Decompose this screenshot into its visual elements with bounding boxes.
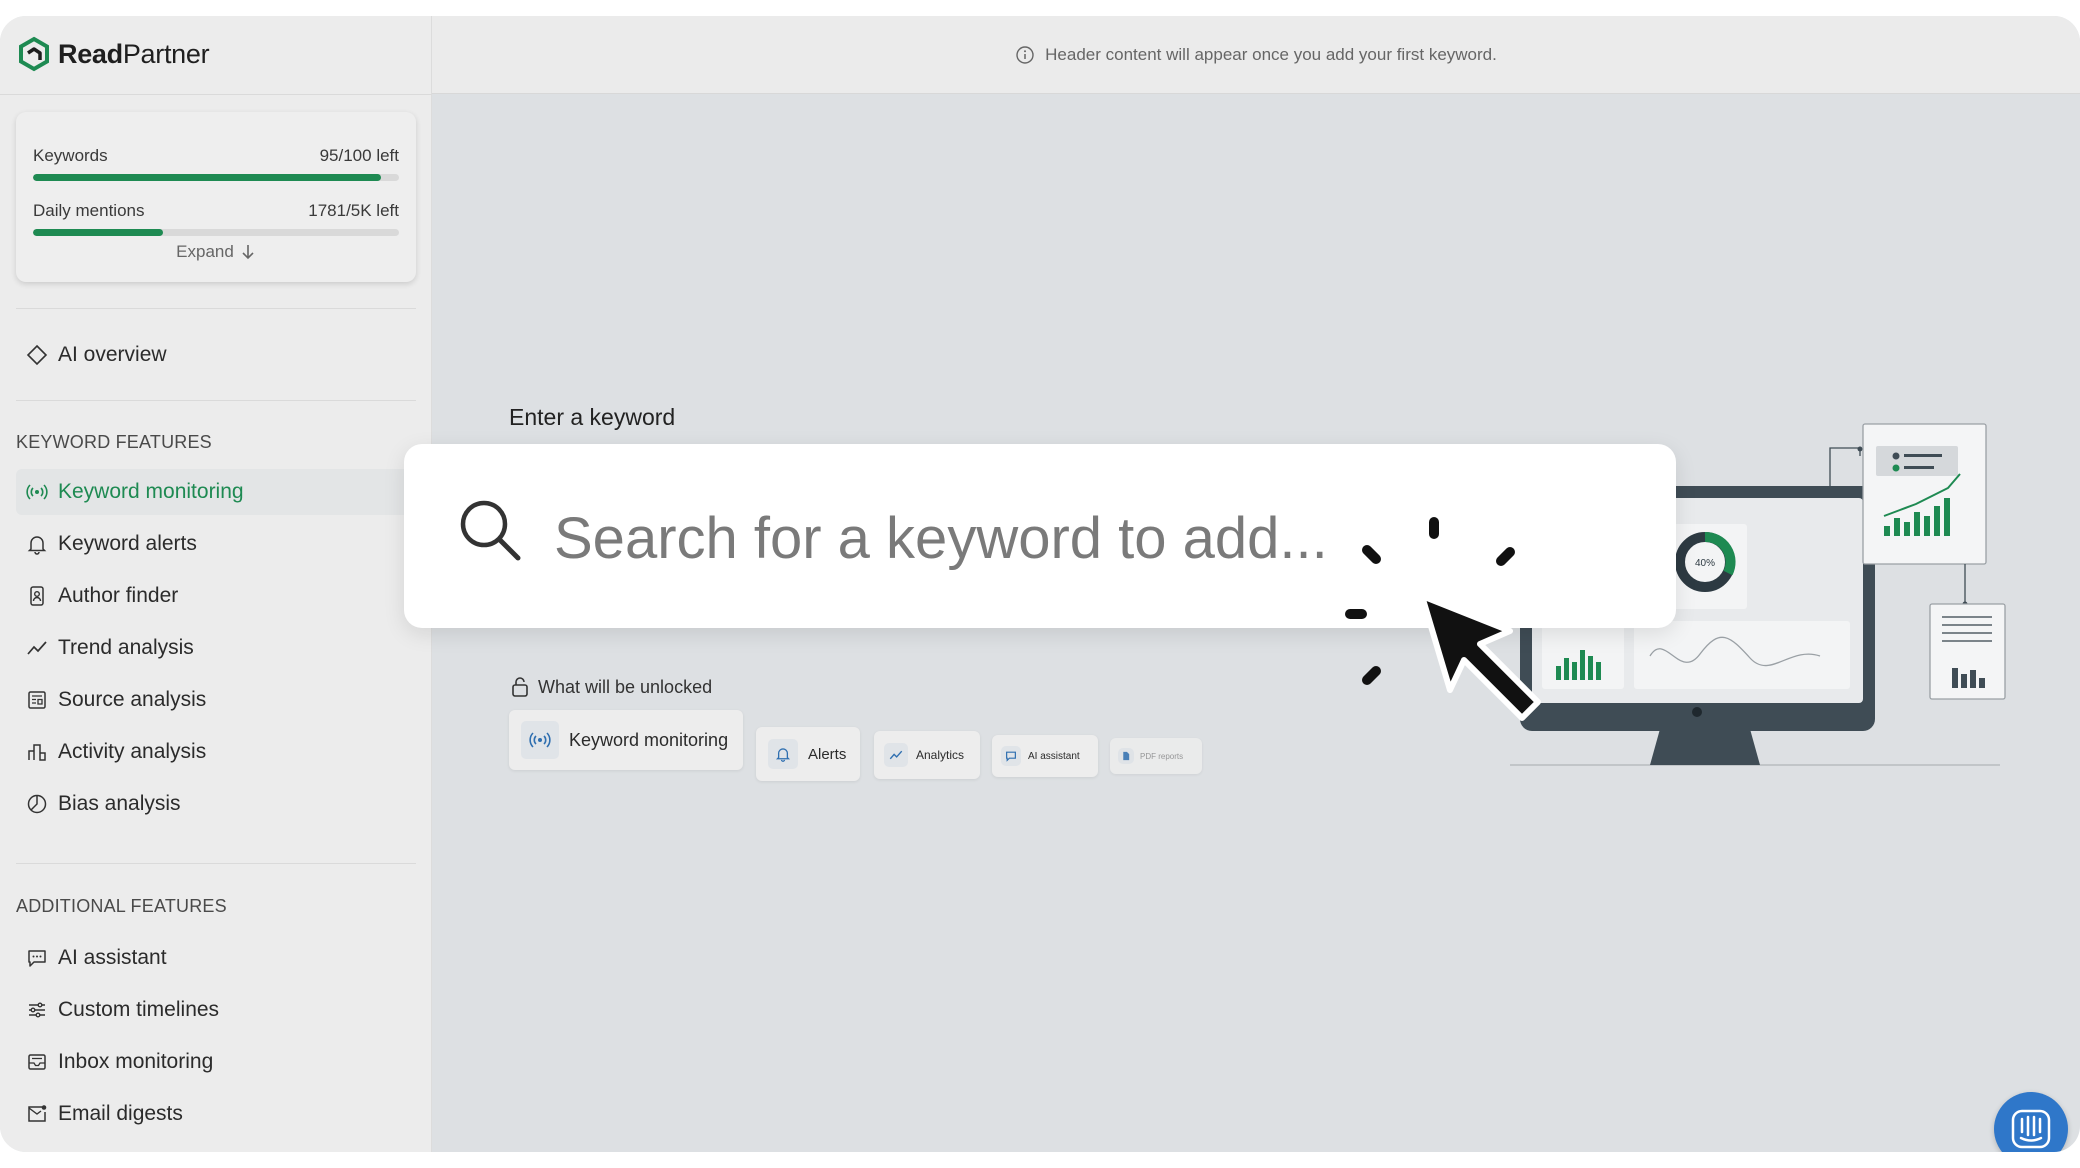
search-icon [460, 500, 521, 561]
cursor-click-icon [1345, 517, 1541, 721]
expand-button[interactable]: Expand [16, 242, 416, 262]
unlock-title-text: What will be unlocked [538, 676, 713, 697]
divider [0, 94, 432, 95]
unlock-section-title: What will be unlocked [510, 676, 712, 698]
keywords-usage-fill [33, 174, 381, 181]
keywords-usage-label: Keywords [33, 146, 108, 165]
divider [16, 400, 416, 401]
document-icon [1118, 748, 1134, 764]
nav-trend-analysis[interactable]: Trend analysis [16, 625, 416, 671]
info-icon [1016, 45, 1034, 64]
divider [16, 308, 416, 309]
nav-activity-analysis[interactable]: Activity analysis [16, 729, 416, 775]
additional-features-heading: ADDITIONAL FEATURES [16, 896, 227, 916]
broadcast-icon [521, 721, 559, 759]
keyword-search-input[interactable] [554, 496, 1374, 580]
keyword-features-heading: KEYWORD FEATURES [16, 432, 212, 452]
chip-ai-assistant: AI assistant [992, 735, 1098, 777]
logo-icon [19, 36, 49, 72]
nav-keyword-monitoring-label: Keyword monitoring [58, 480, 244, 503]
bell-icon [768, 739, 798, 769]
nav-keyword-alerts[interactable]: Keyword alerts [16, 521, 416, 567]
arrow-down-icon [242, 245, 254, 260]
nav-email-digests[interactable]: Email digests [16, 1091, 416, 1137]
usage-card: Keywords 95/100 left Daily mentions 1781… [16, 112, 416, 282]
chip-analytics-label: Analytics [916, 748, 965, 762]
nav-activity-analysis-label: Activity analysis [58, 740, 207, 763]
nav-inbox-monitoring-label: Inbox monitoring [58, 1050, 214, 1073]
sliders-icon [29, 1002, 45, 1018]
inbox-icon [28, 1054, 46, 1070]
enter-keyword-label: Enter a keyword [509, 404, 676, 430]
nav-inbox-monitoring[interactable]: Inbox monitoring [16, 1039, 416, 1085]
chip-ai-assistant-label: AI assistant [1028, 750, 1080, 762]
nav-ai-overview-label: AI overview [58, 343, 167, 366]
nav-source-analysis[interactable]: Source analysis [16, 677, 416, 723]
chip-pdf-reports: PDF reports [1110, 738, 1202, 774]
trend-icon [884, 743, 908, 767]
nav-keyword-alerts-label: Keyword alerts [58, 532, 197, 555]
sidebar: ReadPartner Keywords 95/100 left Daily m… [0, 16, 432, 1152]
nav-email-digests-label: Email digests [58, 1102, 183, 1125]
diamond-icon [26, 344, 48, 366]
mentions-usage-fill [33, 229, 164, 236]
chip-alerts-label: Alerts [808, 745, 847, 763]
nav-custom-timelines[interactable]: Custom timelines [16, 987, 416, 1033]
expand-label: Expand [176, 242, 234, 261]
trend-icon [27, 641, 47, 655]
logo[interactable]: ReadPartner [16, 34, 210, 74]
mentions-usage-bar [33, 229, 399, 236]
keywords-usage-row: Keywords 95/100 left [33, 146, 399, 166]
header-message: Header content will appear once you add … [1045, 44, 1497, 64]
nav-source-analysis-label: Source analysis [58, 688, 207, 711]
keywords-usage-value: 95/100 left [319, 146, 399, 165]
keywords-usage-bar [33, 174, 399, 181]
nav-custom-timelines-label: Custom timelines [58, 998, 220, 1021]
bar-chart-icon [28, 744, 46, 761]
mentions-usage-value: 1781/5K left [308, 201, 399, 220]
nav-ai-assistant[interactable]: AI assistant [16, 935, 416, 981]
mail-icon [28, 1105, 47, 1122]
nav-author-finder-label: Author finder [58, 584, 179, 607]
donut-percent-label: 40% [1695, 558, 1715, 569]
chip-alerts: Alerts [756, 727, 860, 781]
author-icon [30, 586, 44, 606]
header-bar: Header content will appear once you add … [432, 16, 2080, 94]
chat-icon [28, 950, 46, 967]
newspaper-icon [28, 691, 46, 709]
chat-icon [1001, 746, 1021, 766]
nav-ai-overview[interactable]: AI overview [16, 332, 416, 378]
divider [16, 863, 416, 864]
chip-pdf-reports-label: PDF reports [1140, 751, 1184, 761]
nav-trend-analysis-label: Trend analysis [58, 636, 194, 659]
nav-author-finder[interactable]: Author finder [16, 573, 416, 619]
nav-bias-analysis-label: Bias analysis [58, 792, 181, 815]
logo-text-bold: Read [58, 38, 123, 69]
bell-icon [27, 536, 47, 555]
intercom-chat-button[interactable] [1994, 1092, 2068, 1152]
broadcast-icon [26, 484, 48, 500]
nav-ai-assistant-label: AI assistant [58, 946, 167, 969]
nav-bias-analysis[interactable]: Bias analysis [16, 781, 416, 827]
logo-text-light: Partner [122, 38, 210, 69]
mentions-usage-row: Daily mentions 1781/5K left [33, 201, 399, 221]
intercom-icon [2011, 1109, 2051, 1149]
mentions-usage-label: Daily mentions [33, 201, 145, 220]
chip-analytics: Analytics [874, 731, 980, 779]
app-window: ReadPartner Keywords 95/100 left Daily m… [0, 16, 2080, 1152]
chip-keyword-monitoring-label: Keyword monitoring [569, 729, 729, 750]
nav-keyword-monitoring[interactable]: Keyword monitoring [16, 469, 432, 515]
lock-icon [512, 677, 528, 697]
pie-icon [27, 794, 47, 814]
chip-keyword-monitoring: Keyword monitoring [509, 710, 743, 770]
